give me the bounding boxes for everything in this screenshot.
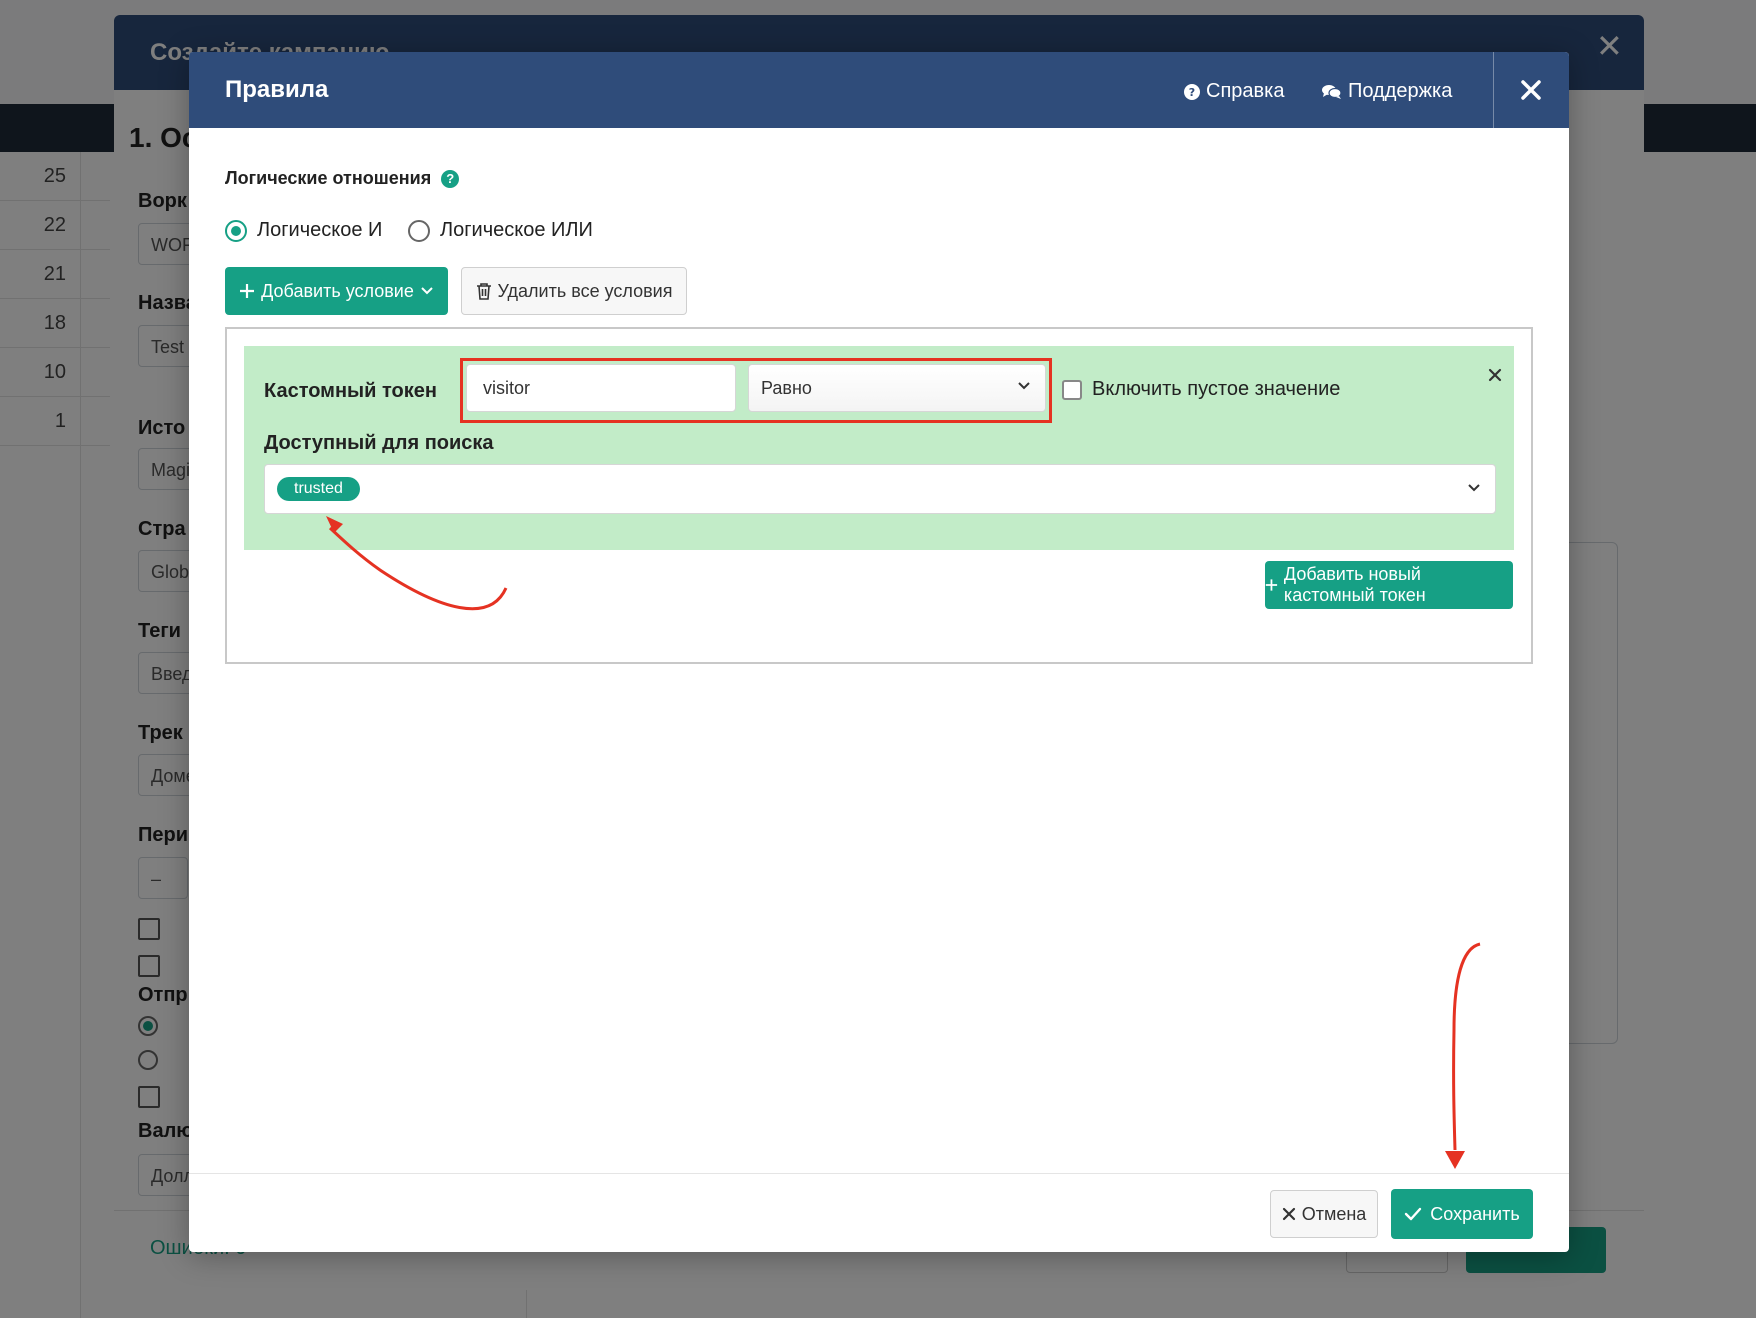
annotation-highlight-box: [460, 358, 1052, 423]
help-icon[interactable]: ?: [441, 169, 460, 188]
svg-text:?: ?: [1189, 86, 1195, 99]
footer-divider: [189, 1173, 1569, 1174]
remove-condition-icon[interactable]: [1482, 362, 1508, 388]
help-link[interactable]: ? Справка: [1184, 80, 1284, 103]
close-icon[interactable]: [1511, 70, 1551, 110]
rules-modal-title: Правила: [225, 76, 329, 103]
add-custom-token-button[interactable]: Добавить новый кастомный токен: [1265, 561, 1513, 609]
searchable-tag-select[interactable]: trusted: [264, 464, 1496, 514]
logic-relations-title: Логические отношения: [225, 168, 432, 188]
condition-custom-token: Кастомный токен visitor Равно Включить п…: [244, 346, 1514, 550]
support-link-label: Поддержка: [1348, 80, 1453, 102]
radio-logical-or[interactable]: Логическое ИЛИ: [408, 219, 593, 242]
add-condition-label: Добавить условие: [261, 280, 414, 301]
plus-icon: [1265, 579, 1278, 591]
radio-unchecked-icon[interactable]: [408, 219, 430, 242]
trash-icon: [476, 283, 491, 300]
radio-logical-and[interactable]: Логическое И: [225, 219, 382, 242]
help-link-label: Справка: [1206, 80, 1285, 102]
support-link[interactable]: Поддержка: [1322, 80, 1452, 103]
add-condition-button[interactable]: Добавить условие: [225, 267, 448, 315]
save-button[interactable]: Сохранить: [1391, 1189, 1533, 1239]
radio-logical-or-label: Логическое ИЛИ: [440, 219, 593, 241]
cancel-label: Отмена: [1301, 1203, 1367, 1224]
radio-logical-and-label: Логическое И: [257, 219, 383, 241]
searchable-label: Доступный для поиска: [264, 432, 494, 454]
question-circle-icon: ?: [1184, 83, 1200, 100]
check-icon: [1405, 1207, 1422, 1221]
chevron-down-icon: [421, 287, 433, 295]
conditions-container: Кастомный токен visitor Равно Включить п…: [225, 327, 1533, 664]
plus-icon: [240, 284, 255, 298]
chevron-down-icon: [1468, 484, 1480, 492]
condition-label: Кастомный токен: [264, 380, 437, 402]
chat-bubbles-icon: [1322, 84, 1342, 99]
save-label: Сохранить: [1430, 1203, 1520, 1224]
rules-modal-header: Правила ? Справка Поддержка: [189, 52, 1569, 128]
add-custom-token-label: Добавить новый кастомный токен: [1283, 564, 1426, 605]
radio-checked-icon[interactable]: [225, 219, 247, 242]
cancel-button[interactable]: Отмена: [1270, 1190, 1378, 1238]
delete-all-conditions-label: Удалить все условия: [497, 280, 673, 301]
header-divider: [1493, 52, 1494, 128]
rules-modal: Правила ? Справка Поддержка Логические о…: [189, 52, 1569, 1252]
checkbox-icon[interactable]: [1062, 379, 1082, 400]
tag-chip[interactable]: trusted: [277, 477, 360, 501]
include-empty-checkbox[interactable]: Включить пустое значение: [1062, 378, 1340, 401]
include-empty-label: Включить пустое значение: [1092, 378, 1341, 400]
logic-relations-heading: Логические отношения ?: [225, 168, 460, 189]
close-icon: [1282, 1207, 1295, 1221]
delete-all-conditions-button[interactable]: Удалить все условия: [461, 267, 687, 315]
